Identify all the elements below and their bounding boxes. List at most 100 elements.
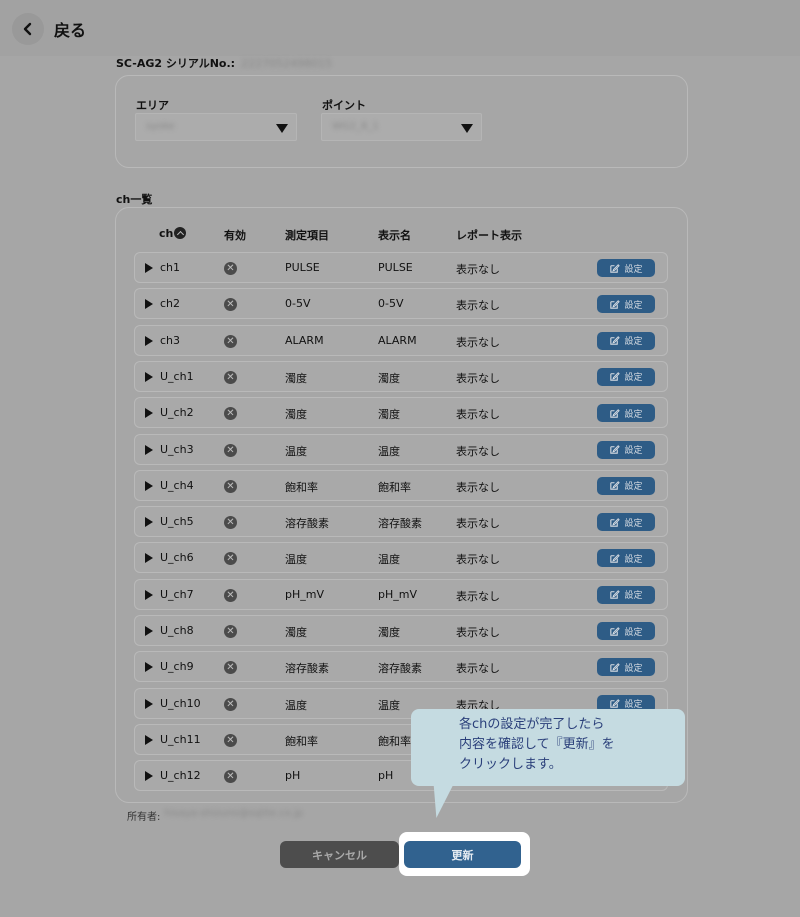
point-label: ポイント bbox=[322, 99, 366, 112]
measurement-item: 温度 bbox=[285, 444, 307, 458]
settings-button-label: 設定 bbox=[624, 482, 643, 493]
area-select-value: syoke bbox=[146, 121, 175, 132]
display-name: 飽和率 bbox=[378, 734, 411, 748]
measurement-item: 飽和率 bbox=[285, 480, 318, 494]
dropdown-arrow-icon bbox=[276, 124, 288, 133]
expand-triangle-icon[interactable] bbox=[145, 771, 153, 782]
display-name: PULSE bbox=[378, 261, 413, 274]
expand-triangle-icon[interactable] bbox=[145, 263, 153, 273]
measurement-item: 温度 bbox=[285, 553, 307, 567]
settings-button[interactable]: 設定 bbox=[597, 259, 655, 277]
callout-tooltip: 各chの設定が完了したら 内容を確認して『更新』を クリックします。 bbox=[411, 709, 685, 786]
disabled-x-icon: ✕ bbox=[224, 262, 237, 275]
report-display: 表示なし bbox=[456, 263, 500, 276]
settings-button[interactable]: 設定 bbox=[597, 404, 655, 423]
ch-name: U_ch9 bbox=[160, 660, 194, 674]
ch-row[interactable]: U_ch8 ✕ 濁度 濁度 表示なし 設定 bbox=[134, 615, 668, 646]
ch-name: U_ch1 bbox=[160, 369, 194, 383]
settings-button-label: 設定 bbox=[624, 663, 643, 674]
display-name: 温度 bbox=[378, 553, 400, 567]
cancel-button[interactable]: キャンセル bbox=[280, 841, 399, 868]
report-display: 表示なし bbox=[456, 299, 500, 313]
column-header-ch[interactable]: ch bbox=[159, 227, 187, 240]
ch-row[interactable]: ch1 ✕ PULSE PULSE 表示なし 設定 bbox=[134, 252, 668, 283]
expand-triangle-icon[interactable] bbox=[145, 371, 153, 382]
ch-row[interactable]: U_ch3 ✕ 温度 温度 表示なし 設定 bbox=[134, 433, 668, 465]
edit-icon bbox=[610, 699, 621, 708]
expand-triangle-icon[interactable] bbox=[145, 408, 153, 419]
expand-triangle-icon[interactable] bbox=[145, 698, 153, 709]
ch-name: U_ch11 bbox=[160, 732, 201, 746]
display-name: 溶存酸素 bbox=[378, 517, 422, 531]
disabled-x-icon: ✕ bbox=[224, 443, 237, 457]
owner-label: 所有者: bbox=[127, 812, 161, 823]
expand-triangle-icon[interactable] bbox=[145, 444, 153, 455]
report-display: 表示なし bbox=[456, 408, 500, 422]
ch-row[interactable]: ch3 ✕ ALARM ALARM 表示なし 設定 bbox=[134, 324, 668, 356]
measurement-item: ALARM bbox=[285, 333, 324, 347]
report-display: 表示なし bbox=[456, 626, 500, 639]
edit-icon bbox=[610, 626, 621, 636]
ch-name: ch3 bbox=[160, 333, 181, 347]
edit-icon bbox=[610, 299, 621, 309]
settings-button[interactable]: 設定 bbox=[597, 331, 655, 350]
report-display: 表示なし bbox=[456, 553, 500, 567]
settings-button[interactable]: 設定 bbox=[597, 440, 655, 459]
edit-icon bbox=[610, 517, 621, 527]
settings-button-label: 設定 bbox=[624, 264, 643, 275]
expand-triangle-icon[interactable] bbox=[145, 335, 153, 346]
settings-button[interactable]: 設定 bbox=[597, 476, 655, 495]
display-name: 0-5V bbox=[378, 297, 404, 311]
display-name: 濁度 bbox=[378, 408, 400, 422]
ch-list-title: ch一覧 bbox=[116, 193, 153, 206]
ch-row[interactable]: U_ch9 ✕ 溶存酸素 溶存酸素 表示なし 設定 bbox=[134, 651, 668, 683]
point-select[interactable]: WG2_8_1 bbox=[321, 113, 482, 141]
expand-triangle-icon[interactable] bbox=[145, 626, 153, 636]
ch-row[interactable]: U_ch7 ✕ pH_mV pH_mV 表示なし 設定 bbox=[134, 578, 668, 610]
expand-triangle-icon[interactable] bbox=[145, 299, 153, 310]
report-display: 表示なし bbox=[456, 480, 500, 494]
settings-button-label: 設定 bbox=[624, 446, 643, 456]
ch-row[interactable]: U_ch1 ✕ 濁度 濁度 表示なし 設定 bbox=[134, 360, 668, 392]
ch-row[interactable]: U_ch6 ✕ 温度 温度 表示なし 設定 bbox=[134, 542, 668, 574]
settings-button[interactable]: 設定 bbox=[597, 367, 655, 386]
measurement-item: 0-5V bbox=[285, 297, 311, 311]
back-button[interactable]: 戻る bbox=[12, 13, 86, 45]
edit-icon bbox=[610, 662, 621, 672]
expand-triangle-icon[interactable] bbox=[145, 589, 153, 600]
ch-row[interactable]: U_ch4 ✕ 飽和率 飽和率 表示なし 設定 bbox=[134, 469, 668, 501]
settings-button[interactable]: 設定 bbox=[597, 295, 655, 314]
column-header-ch-label: ch bbox=[159, 227, 174, 240]
settings-button[interactable]: 設定 bbox=[597, 622, 655, 640]
measurement-item: 溶存酸素 bbox=[285, 517, 329, 531]
settings-button[interactable]: 設定 bbox=[597, 585, 655, 604]
settings-button[interactable]: 設定 bbox=[597, 513, 655, 532]
ch-row[interactable]: U_ch5 ✕ 溶存酸素 溶存酸素 表示なし 設定 bbox=[134, 506, 668, 538]
edit-icon bbox=[610, 336, 621, 345]
measurement-item: PULSE bbox=[285, 261, 320, 274]
display-name: 飽和率 bbox=[378, 480, 411, 494]
expand-triangle-icon[interactable] bbox=[145, 734, 153, 745]
column-header-display: 表示名 bbox=[378, 229, 411, 242]
edit-icon bbox=[610, 554, 621, 563]
measurement-item: 温度 bbox=[285, 698, 307, 712]
expand-triangle-icon[interactable] bbox=[145, 553, 153, 564]
sort-icon[interactable] bbox=[174, 227, 187, 239]
expand-triangle-icon[interactable] bbox=[145, 662, 153, 673]
ch-name: ch1 bbox=[160, 261, 181, 274]
ch-name: U_ch8 bbox=[160, 624, 194, 637]
settings-button[interactable]: 設定 bbox=[597, 549, 655, 568]
owner-info: 所有者: hisaya-shizuno@sqlite.co.jp bbox=[127, 808, 303, 823]
update-highlight: 更新 bbox=[399, 832, 530, 876]
ch-row[interactable]: U_ch2 ✕ 濁度 濁度 表示なし 設定 bbox=[134, 397, 668, 429]
expand-triangle-icon[interactable] bbox=[145, 517, 153, 528]
ch-row[interactable]: ch2 ✕ 0-5V 0-5V 表示なし 設定 bbox=[134, 288, 668, 320]
update-button[interactable]: 更新 bbox=[404, 841, 521, 868]
disabled-x-icon: ✕ bbox=[224, 661, 237, 675]
callout-line-3: クリックします。 bbox=[459, 757, 562, 772]
area-select[interactable]: syoke bbox=[135, 113, 297, 141]
settings-button[interactable]: 設定 bbox=[597, 658, 655, 677]
settings-button-label: 設定 bbox=[624, 554, 643, 565]
ch-name: U_ch10 bbox=[160, 696, 201, 710]
expand-triangle-icon[interactable] bbox=[145, 480, 153, 491]
